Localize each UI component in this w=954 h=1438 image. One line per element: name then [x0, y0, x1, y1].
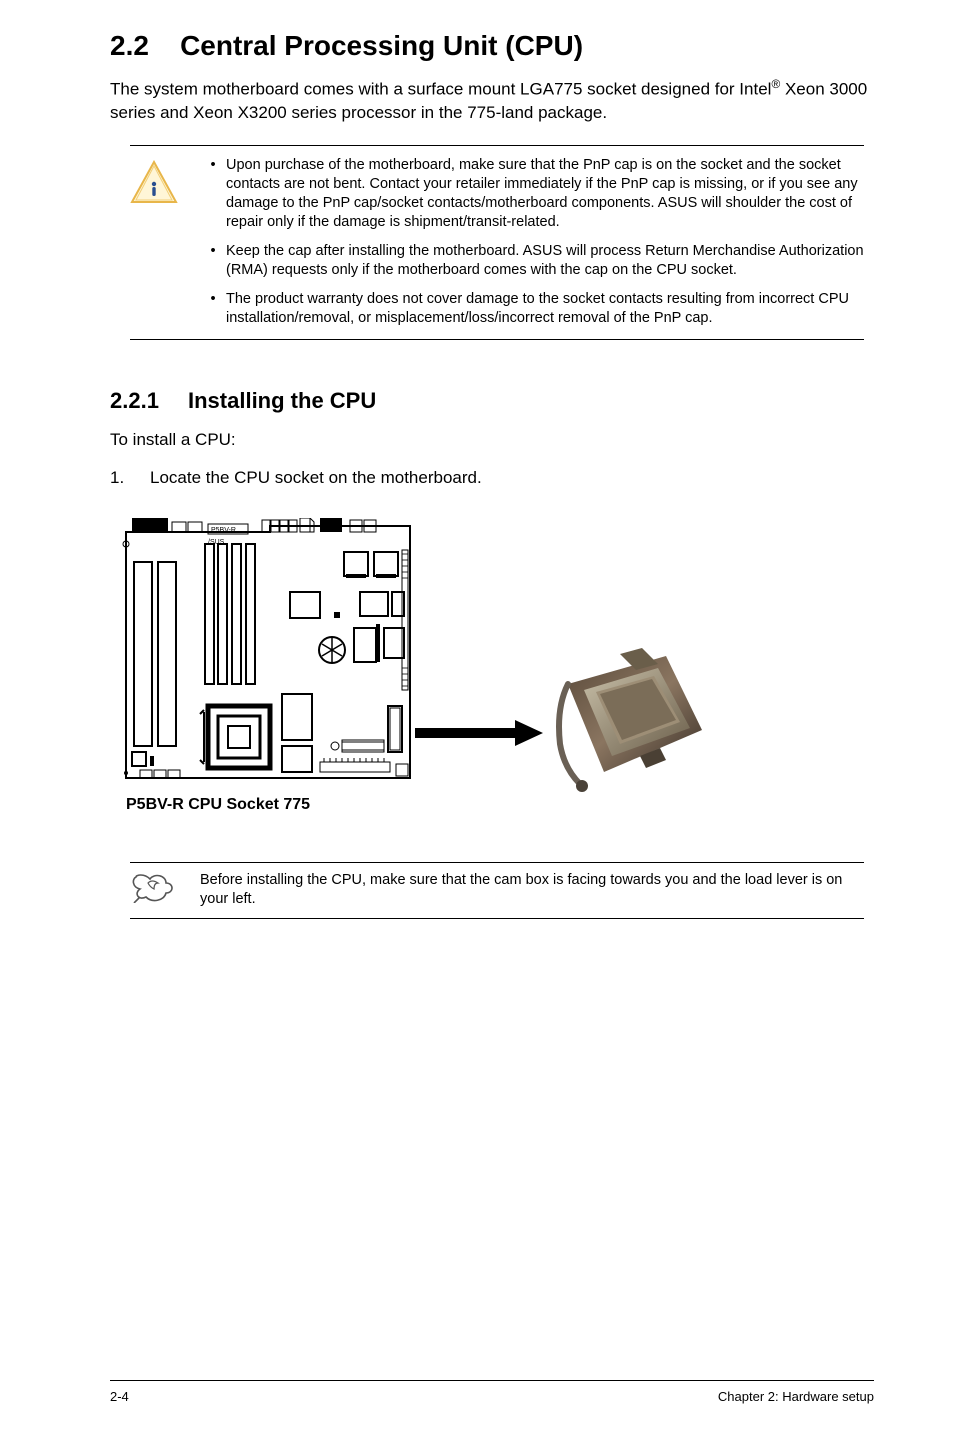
- subsection-heading: 2.2.1Installing the CPU: [110, 388, 874, 414]
- bullet-icon: •: [200, 242, 226, 280]
- motherboard-diagram: P5BV-R /SUS: [120, 518, 420, 793]
- page-footer: 2-4 Chapter 2: Hardware setup: [110, 1380, 874, 1404]
- caution-text: The product warranty does not cover dama…: [226, 290, 864, 328]
- caution-text: Upon purchase of the motherboard, make s…: [226, 156, 864, 233]
- list-item: • Keep the cap after installing the moth…: [200, 242, 864, 280]
- bullet-icon: •: [200, 156, 226, 233]
- step-item: 1. Locate the CPU socket on the motherbo…: [110, 468, 874, 488]
- figure-caption: P5BV-R CPU Socket 775: [126, 796, 310, 814]
- note-block: Before installing the CPU, make sure tha…: [130, 862, 864, 919]
- figure: P5BV-R /SUS: [120, 518, 874, 838]
- step-text: Locate the CPU socket on the motherboard…: [150, 468, 874, 488]
- section-title-text: Central Processing Unit (CPU): [180, 30, 583, 61]
- caution-block: • Upon purchase of the motherboard, make…: [130, 145, 864, 340]
- caution-icon: [130, 160, 178, 206]
- intro-paragraph: The system motherboard comes with a surf…: [110, 76, 874, 125]
- caution-icon-cell: [130, 156, 200, 329]
- note-text: Before installing the CPU, make sure tha…: [200, 871, 864, 910]
- section-heading: 2.2 Central Processing Unit (CPU): [110, 30, 874, 62]
- page-number: 2-4: [110, 1389, 129, 1404]
- step-number: 1.: [110, 468, 150, 488]
- caution-text: Keep the cap after installing the mother…: [226, 242, 864, 280]
- subsection-title-text: Installing the CPU: [188, 388, 376, 413]
- arrow-icon: [415, 718, 545, 748]
- chapter-label: Chapter 2: Hardware setup: [718, 1389, 874, 1404]
- note-icon-cell: [130, 871, 200, 910]
- section-number: 2.2: [110, 30, 149, 61]
- note-icon: [130, 873, 176, 903]
- bullet-icon: •: [200, 290, 226, 328]
- body-text: To install a CPU:: [110, 430, 874, 450]
- list-item: • Upon purchase of the motherboard, make…: [200, 156, 864, 233]
- subsection-number: 2.2.1: [110, 388, 188, 414]
- cpu-socket-image: [550, 648, 710, 798]
- list-item: • The product warranty does not cover da…: [200, 290, 864, 328]
- board-label: P5BV-R: [211, 527, 236, 534]
- caution-list: • Upon purchase of the motherboard, make…: [200, 156, 864, 329]
